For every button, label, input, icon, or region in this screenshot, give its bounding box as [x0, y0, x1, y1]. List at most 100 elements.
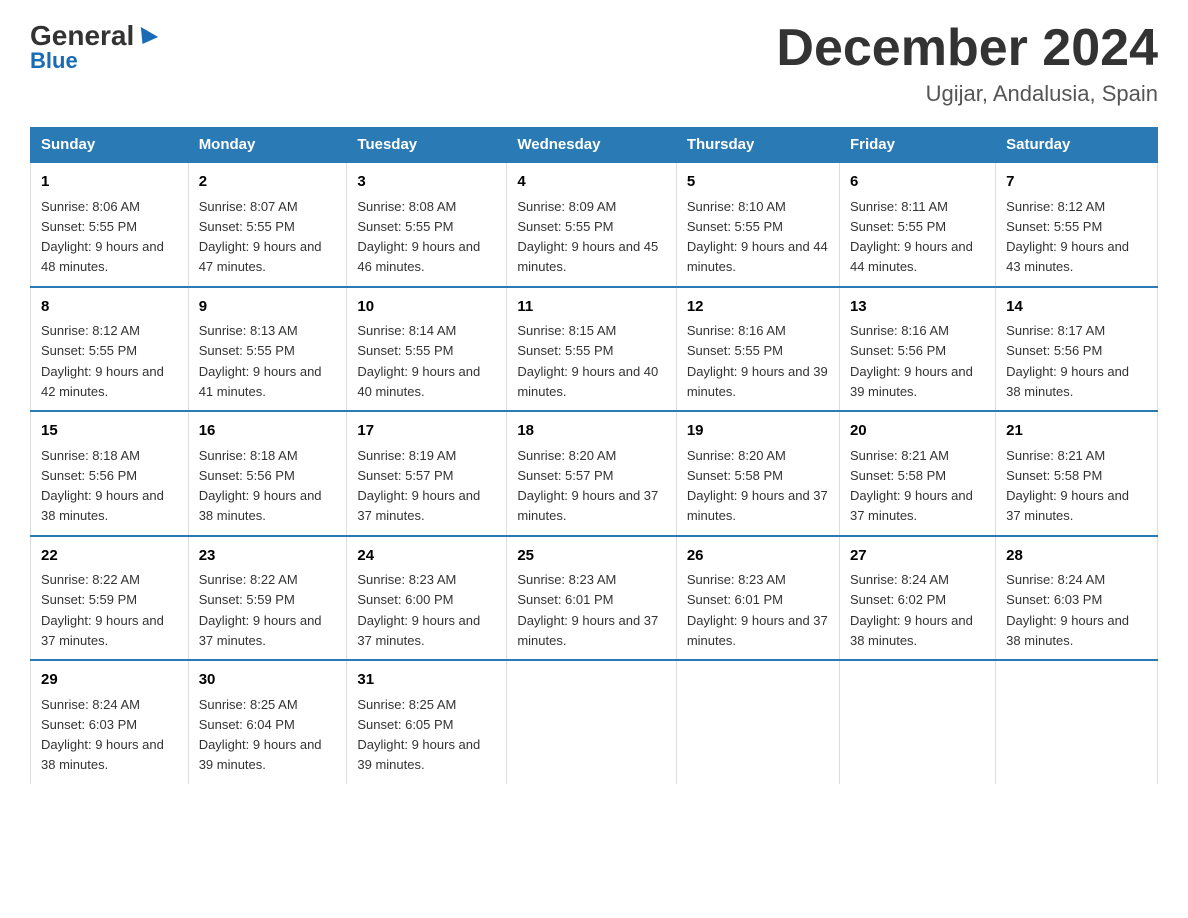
header-wednesday: Wednesday	[507, 128, 677, 163]
day-cell: 7 Sunrise: 8:12 AMSunset: 5:55 PMDayligh…	[996, 162, 1158, 287]
day-number: 6	[850, 171, 985, 194]
day-cell	[996, 660, 1158, 784]
day-number: 3	[357, 171, 496, 194]
day-cell: 21 Sunrise: 8:21 AMSunset: 5:58 PMDaylig…	[996, 411, 1158, 536]
day-cell: 4 Sunrise: 8:09 AMSunset: 5:55 PMDayligh…	[507, 162, 677, 287]
day-info: Sunrise: 8:23 AMSunset: 6:01 PMDaylight:…	[687, 572, 828, 648]
day-cell: 20 Sunrise: 8:21 AMSunset: 5:58 PMDaylig…	[839, 411, 995, 536]
logo-blue: Blue	[30, 48, 78, 74]
week-row-4: 22 Sunrise: 8:22 AMSunset: 5:59 PMDaylig…	[31, 536, 1158, 661]
day-info: Sunrise: 8:24 AMSunset: 6:03 PMDaylight:…	[1006, 572, 1129, 648]
day-number: 31	[357, 669, 496, 692]
day-info: Sunrise: 8:11 AMSunset: 5:55 PMDaylight:…	[850, 199, 973, 275]
week-row-5: 29 Sunrise: 8:24 AMSunset: 6:03 PMDaylig…	[31, 660, 1158, 784]
day-info: Sunrise: 8:23 AMSunset: 6:01 PMDaylight:…	[517, 572, 658, 648]
day-cell: 31 Sunrise: 8:25 AMSunset: 6:05 PMDaylig…	[347, 660, 507, 784]
day-number: 20	[850, 420, 985, 443]
day-cell: 11 Sunrise: 8:15 AMSunset: 5:55 PMDaylig…	[507, 287, 677, 412]
calendar-title: December 2024	[776, 20, 1158, 77]
day-number: 12	[687, 296, 829, 319]
day-number: 5	[687, 171, 829, 194]
day-cell: 5 Sunrise: 8:10 AMSunset: 5:55 PMDayligh…	[676, 162, 839, 287]
day-cell: 19 Sunrise: 8:20 AMSunset: 5:58 PMDaylig…	[676, 411, 839, 536]
day-number: 11	[517, 296, 666, 319]
day-info: Sunrise: 8:25 AMSunset: 6:05 PMDaylight:…	[357, 697, 480, 773]
day-info: Sunrise: 8:25 AMSunset: 6:04 PMDaylight:…	[199, 697, 322, 773]
calendar-subtitle: Ugijar, Andalusia, Spain	[776, 81, 1158, 107]
day-cell: 28 Sunrise: 8:24 AMSunset: 6:03 PMDaylig…	[996, 536, 1158, 661]
day-info: Sunrise: 8:20 AMSunset: 5:58 PMDaylight:…	[687, 448, 828, 524]
day-number: 22	[41, 545, 178, 568]
day-number: 24	[357, 545, 496, 568]
day-info: Sunrise: 8:08 AMSunset: 5:55 PMDaylight:…	[357, 199, 480, 275]
day-number: 13	[850, 296, 985, 319]
day-number: 14	[1006, 296, 1147, 319]
day-cell: 23 Sunrise: 8:22 AMSunset: 5:59 PMDaylig…	[188, 536, 347, 661]
day-info: Sunrise: 8:16 AMSunset: 5:55 PMDaylight:…	[687, 323, 828, 399]
day-info: Sunrise: 8:06 AMSunset: 5:55 PMDaylight:…	[41, 199, 164, 275]
day-cell: 30 Sunrise: 8:25 AMSunset: 6:04 PMDaylig…	[188, 660, 347, 784]
day-cell: 14 Sunrise: 8:17 AMSunset: 5:56 PMDaylig…	[996, 287, 1158, 412]
day-info: Sunrise: 8:07 AMSunset: 5:55 PMDaylight:…	[199, 199, 322, 275]
day-info: Sunrise: 8:21 AMSunset: 5:58 PMDaylight:…	[1006, 448, 1129, 524]
day-cell: 26 Sunrise: 8:23 AMSunset: 6:01 PMDaylig…	[676, 536, 839, 661]
day-number: 10	[357, 296, 496, 319]
day-number: 17	[357, 420, 496, 443]
day-info: Sunrise: 8:09 AMSunset: 5:55 PMDaylight:…	[517, 199, 658, 275]
day-cell: 1 Sunrise: 8:06 AMSunset: 5:55 PMDayligh…	[31, 162, 189, 287]
day-cell: 16 Sunrise: 8:18 AMSunset: 5:56 PMDaylig…	[188, 411, 347, 536]
day-info: Sunrise: 8:23 AMSunset: 6:00 PMDaylight:…	[357, 572, 480, 648]
day-cell: 6 Sunrise: 8:11 AMSunset: 5:55 PMDayligh…	[839, 162, 995, 287]
header-monday: Monday	[188, 128, 347, 163]
day-info: Sunrise: 8:19 AMSunset: 5:57 PMDaylight:…	[357, 448, 480, 524]
day-cell: 25 Sunrise: 8:23 AMSunset: 6:01 PMDaylig…	[507, 536, 677, 661]
week-row-3: 15 Sunrise: 8:18 AMSunset: 5:56 PMDaylig…	[31, 411, 1158, 536]
header-sunday: Sunday	[31, 128, 189, 163]
day-number: 23	[199, 545, 337, 568]
day-info: Sunrise: 8:22 AMSunset: 5:59 PMDaylight:…	[41, 572, 164, 648]
day-cell	[507, 660, 677, 784]
day-cell: 10 Sunrise: 8:14 AMSunset: 5:55 PMDaylig…	[347, 287, 507, 412]
logo-triangle-icon	[134, 27, 158, 49]
calendar-table: SundayMondayTuesdayWednesdayThursdayFrid…	[30, 127, 1158, 784]
day-cell: 13 Sunrise: 8:16 AMSunset: 5:56 PMDaylig…	[839, 287, 995, 412]
day-number: 16	[199, 420, 337, 443]
day-cell: 15 Sunrise: 8:18 AMSunset: 5:56 PMDaylig…	[31, 411, 189, 536]
day-info: Sunrise: 8:24 AMSunset: 6:03 PMDaylight:…	[41, 697, 164, 773]
title-block: December 2024 Ugijar, Andalusia, Spain	[776, 20, 1158, 107]
day-cell	[839, 660, 995, 784]
day-number: 1	[41, 171, 178, 194]
day-cell: 17 Sunrise: 8:19 AMSunset: 5:57 PMDaylig…	[347, 411, 507, 536]
day-info: Sunrise: 8:16 AMSunset: 5:56 PMDaylight:…	[850, 323, 973, 399]
day-info: Sunrise: 8:24 AMSunset: 6:02 PMDaylight:…	[850, 572, 973, 648]
day-info: Sunrise: 8:15 AMSunset: 5:55 PMDaylight:…	[517, 323, 658, 399]
day-cell: 24 Sunrise: 8:23 AMSunset: 6:00 PMDaylig…	[347, 536, 507, 661]
day-number: 29	[41, 669, 178, 692]
day-number: 25	[517, 545, 666, 568]
day-cell: 9 Sunrise: 8:13 AMSunset: 5:55 PMDayligh…	[188, 287, 347, 412]
day-info: Sunrise: 8:21 AMSunset: 5:58 PMDaylight:…	[850, 448, 973, 524]
day-number: 27	[850, 545, 985, 568]
day-number: 21	[1006, 420, 1147, 443]
day-number: 26	[687, 545, 829, 568]
day-number: 8	[41, 296, 178, 319]
page-header: General Blue December 2024 Ugijar, Andal…	[30, 20, 1158, 107]
day-number: 19	[687, 420, 829, 443]
day-number: 2	[199, 171, 337, 194]
day-cell: 3 Sunrise: 8:08 AMSunset: 5:55 PMDayligh…	[347, 162, 507, 287]
day-number: 7	[1006, 171, 1147, 194]
day-number: 18	[517, 420, 666, 443]
logo: General Blue	[30, 20, 156, 74]
day-info: Sunrise: 8:14 AMSunset: 5:55 PMDaylight:…	[357, 323, 480, 399]
day-info: Sunrise: 8:18 AMSunset: 5:56 PMDaylight:…	[41, 448, 164, 524]
calendar-header-row: SundayMondayTuesdayWednesdayThursdayFrid…	[31, 128, 1158, 163]
day-cell: 12 Sunrise: 8:16 AMSunset: 5:55 PMDaylig…	[676, 287, 839, 412]
week-row-2: 8 Sunrise: 8:12 AMSunset: 5:55 PMDayligh…	[31, 287, 1158, 412]
week-row-1: 1 Sunrise: 8:06 AMSunset: 5:55 PMDayligh…	[31, 162, 1158, 287]
day-cell: 29 Sunrise: 8:24 AMSunset: 6:03 PMDaylig…	[31, 660, 189, 784]
header-thursday: Thursday	[676, 128, 839, 163]
day-number: 28	[1006, 545, 1147, 568]
header-tuesday: Tuesday	[347, 128, 507, 163]
day-info: Sunrise: 8:10 AMSunset: 5:55 PMDaylight:…	[687, 199, 828, 275]
day-info: Sunrise: 8:13 AMSunset: 5:55 PMDaylight:…	[199, 323, 322, 399]
